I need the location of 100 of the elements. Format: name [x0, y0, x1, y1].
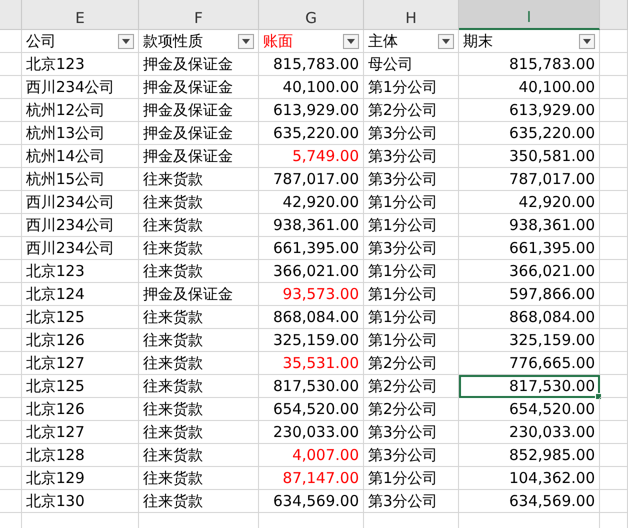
- table-cell: 北京130: [26, 492, 85, 510]
- table-cell: 第3分公司: [368, 124, 438, 142]
- column-header[interactable]: H: [364, 0, 459, 30]
- table-cell: 42,920.00: [282, 193, 359, 211]
- table-cell: 往来货款: [143, 330, 203, 350]
- table-cell: 787,017.00: [273, 170, 359, 188]
- table-cell: 往来货款: [143, 216, 203, 234]
- table-cell: 母公司: [368, 54, 413, 74]
- table-cell: 杭州15公司: [26, 170, 106, 188]
- table-cell: 第1分公司: [368, 192, 438, 212]
- table-cell: 杭州13公司: [26, 124, 106, 142]
- table-cell: 868,084.00: [273, 308, 359, 326]
- table-header: 主体: [368, 32, 398, 50]
- table-cell: 北京129: [26, 468, 85, 488]
- column-header[interactable]: G: [259, 0, 364, 30]
- table-cell: 往来货款: [143, 400, 203, 418]
- table-header: 款项性质: [143, 32, 203, 50]
- table-cell: 第1分公司: [368, 78, 438, 96]
- table-cell: 往来货款: [143, 170, 203, 188]
- table-cell: 往来货款: [143, 354, 203, 372]
- table-cell: 635,220.00: [273, 124, 359, 142]
- table-cell: 北京123: [26, 54, 85, 74]
- table-cell: 661,395.00: [273, 239, 359, 257]
- table-cell: 第2分公司: [368, 376, 438, 396]
- table-cell: 42,920.00: [518, 193, 595, 211]
- column-header: [600, 0, 628, 30]
- table-cell: 366,021.00: [273, 262, 359, 280]
- table-cell: 往来货款: [143, 376, 203, 396]
- table-cell: 366,021.00: [509, 262, 595, 280]
- table-cell: 350,581.00: [509, 147, 595, 165]
- table-cell: 押金及保证金: [143, 146, 233, 166]
- table-cell: 杭州14公司: [26, 146, 106, 166]
- column-header[interactable]: F: [139, 0, 259, 30]
- table-cell: 北京126: [26, 330, 85, 350]
- table-cell: 230,033.00: [509, 423, 595, 441]
- table-cell: 第1分公司: [368, 330, 438, 350]
- table-cell: 第1分公司: [368, 308, 438, 326]
- table-cell: 40,100.00: [518, 78, 595, 96]
- table-cell: 815,783.00: [273, 55, 359, 73]
- table-cell: 押金及保证金: [143, 78, 233, 96]
- caret-icon: [122, 38, 130, 44]
- empty-cell: [600, 375, 628, 398]
- table-cell: 第3分公司: [368, 170, 438, 188]
- table-cell: 817,530.00: [509, 377, 595, 395]
- table-cell: 938,361.00: [509, 216, 595, 234]
- table-cell: 杭州12公司: [26, 100, 106, 120]
- table-cell: 613,929.00: [273, 101, 359, 119]
- table-cell: 634,569.00: [509, 492, 595, 510]
- table-cell: 北京125: [26, 376, 85, 396]
- caret-icon: [442, 38, 450, 44]
- filter-dropdown-button[interactable]: [238, 34, 254, 48]
- table-cell: 776,665.00: [509, 354, 595, 372]
- table-cell: 第2分公司: [368, 400, 438, 418]
- filter-dropdown-button[interactable]: [118, 34, 134, 48]
- caret-icon: [583, 38, 591, 44]
- table-cell: 第1分公司: [368, 262, 438, 280]
- table-cell: 往来货款: [143, 422, 203, 442]
- table-cell: 北京126: [26, 400, 85, 418]
- table-cell: 北京127: [26, 422, 85, 442]
- table-cell: 40,100.00: [282, 78, 359, 96]
- table-cell: 787,017.00: [509, 170, 595, 188]
- table-cell: 往来货款: [143, 308, 203, 326]
- table-cell: 87,147.00: [282, 469, 359, 487]
- table-cell: 第2分公司: [368, 100, 438, 120]
- table-header: 账面: [263, 32, 293, 50]
- table-cell: 817,530.00: [273, 377, 359, 395]
- caret-icon: [347, 38, 355, 44]
- table-cell: 北京128: [26, 446, 85, 464]
- filter-dropdown-button[interactable]: [343, 34, 359, 48]
- table-cell: 613,929.00: [509, 101, 595, 119]
- table-cell: 661,395.00: [509, 239, 595, 257]
- table-cell: 西川234公司: [26, 78, 115, 96]
- table-cell: 第1分公司: [368, 468, 438, 488]
- table-cell: 5,749.00: [292, 147, 359, 165]
- column-header: [0, 0, 22, 30]
- table-cell: 第1分公司: [368, 216, 438, 234]
- fill-handle[interactable]: [595, 393, 602, 400]
- caret-icon: [242, 38, 250, 44]
- table-cell: 第3分公司: [368, 422, 438, 442]
- table-cell: 634,569.00: [273, 492, 359, 510]
- table-header: 公司: [26, 32, 56, 50]
- filter-dropdown-button[interactable]: [438, 34, 454, 48]
- table-cell: 第2分公司: [368, 354, 438, 372]
- table-cell: 第1分公司: [368, 284, 438, 304]
- table-cell: 西川234公司: [26, 238, 115, 258]
- selected-cell[interactable]: 817,530.00: [459, 375, 600, 398]
- table-cell: 西川234公司: [26, 216, 115, 234]
- table-cell: 104,362.00: [509, 469, 595, 487]
- table-cell: 北京124: [26, 284, 85, 304]
- table-cell: 押金及保证金: [143, 100, 233, 120]
- column-header[interactable]: I: [459, 0, 600, 30]
- table-cell: 北京123: [26, 262, 85, 280]
- table-cell: 北京125: [26, 308, 85, 326]
- table-cell: 815,783.00: [509, 55, 595, 73]
- table-cell: 往来货款: [143, 492, 203, 510]
- table-cell: 往来货款: [143, 262, 203, 280]
- table-cell: 第3分公司: [368, 492, 438, 510]
- filter-dropdown-button[interactable]: [579, 34, 595, 48]
- column-header[interactable]: E: [22, 0, 139, 30]
- table-header: 期末: [463, 32, 493, 50]
